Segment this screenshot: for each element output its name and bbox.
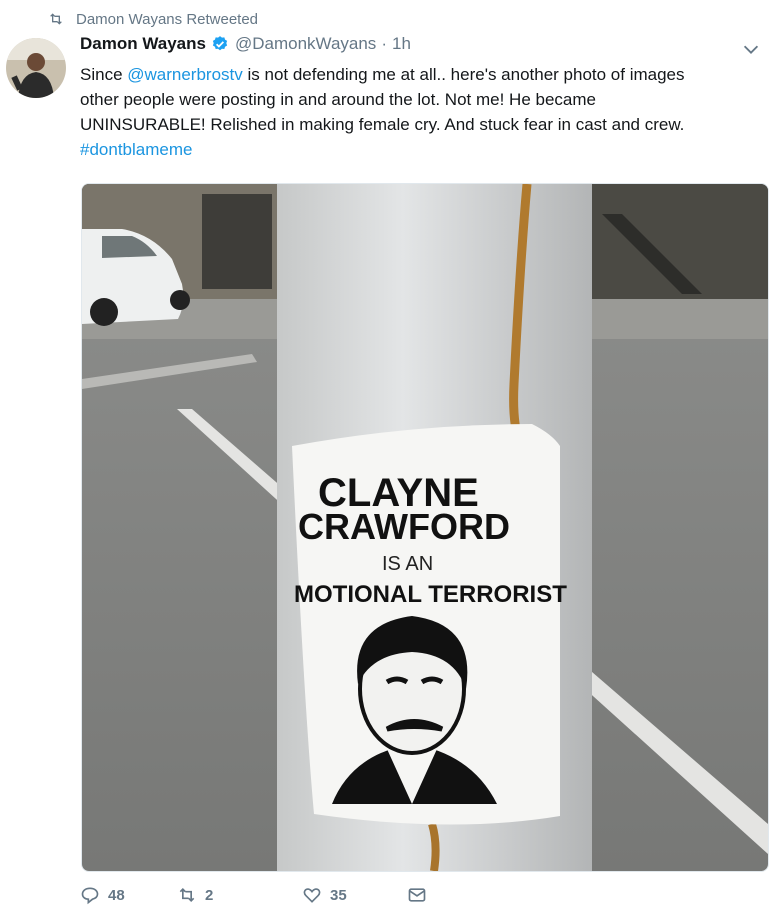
heart-icon [303, 888, 321, 903]
verified-badge-icon [212, 36, 228, 51]
poster-line-4: MOTIONAL TERRORIST [294, 581, 567, 608]
text-segment: Since [80, 65, 128, 84]
tweet-photo[interactable]: CLAYNE CRAWFORD IS AN MOTIONAL TERRORIST [81, 183, 769, 872]
reply-count: 48 [108, 886, 125, 904]
retweet-banner-label: Damon Wayans Retweeted [76, 10, 259, 28]
retweet-icon [179, 887, 195, 903]
author-handle[interactable]: @DamonkWayans [235, 34, 376, 54]
tweet-header: Damon Wayans @DamonkWayans · 1h [80, 34, 411, 54]
text-line: UNINSURABLE! Relished in making female c… [80, 115, 685, 134]
header-separator: · [381, 34, 387, 53]
avatar[interactable] [6, 38, 66, 98]
like-count: 35 [330, 886, 347, 904]
direct-message-button[interactable] [407, 885, 427, 905]
retweet-button[interactable]: 2 [177, 885, 302, 905]
envelope-icon [408, 888, 426, 902]
retweet-count: 2 [205, 886, 214, 904]
action-bar: 48 2 35 [80, 885, 427, 905]
reply-icon [81, 887, 99, 905]
tweet-text: Since @warnerbrostv is not defending me … [80, 62, 770, 162]
retweet-banner[interactable]: Damon Wayans Retweeted [48, 8, 258, 30]
poster-line-3: IS AN [382, 553, 433, 575]
text-line: other people were posting in and around … [80, 90, 596, 109]
chevron-down-icon[interactable] [740, 38, 762, 60]
reply-button[interactable]: 48 [80, 885, 177, 905]
retweet-icon [50, 13, 62, 25]
poster-line-2: CRAWFORD [298, 506, 510, 547]
hashtag-link[interactable]: #dontblameme [80, 137, 770, 162]
author-name[interactable]: Damon Wayans [80, 34, 206, 54]
timestamp[interactable]: 1h [392, 34, 411, 54]
text-segment: is not defending me at all.. here's anot… [242, 65, 685, 84]
like-button[interactable]: 35 [302, 885, 407, 905]
mention-link[interactable]: @warnerbrostv [127, 65, 243, 84]
